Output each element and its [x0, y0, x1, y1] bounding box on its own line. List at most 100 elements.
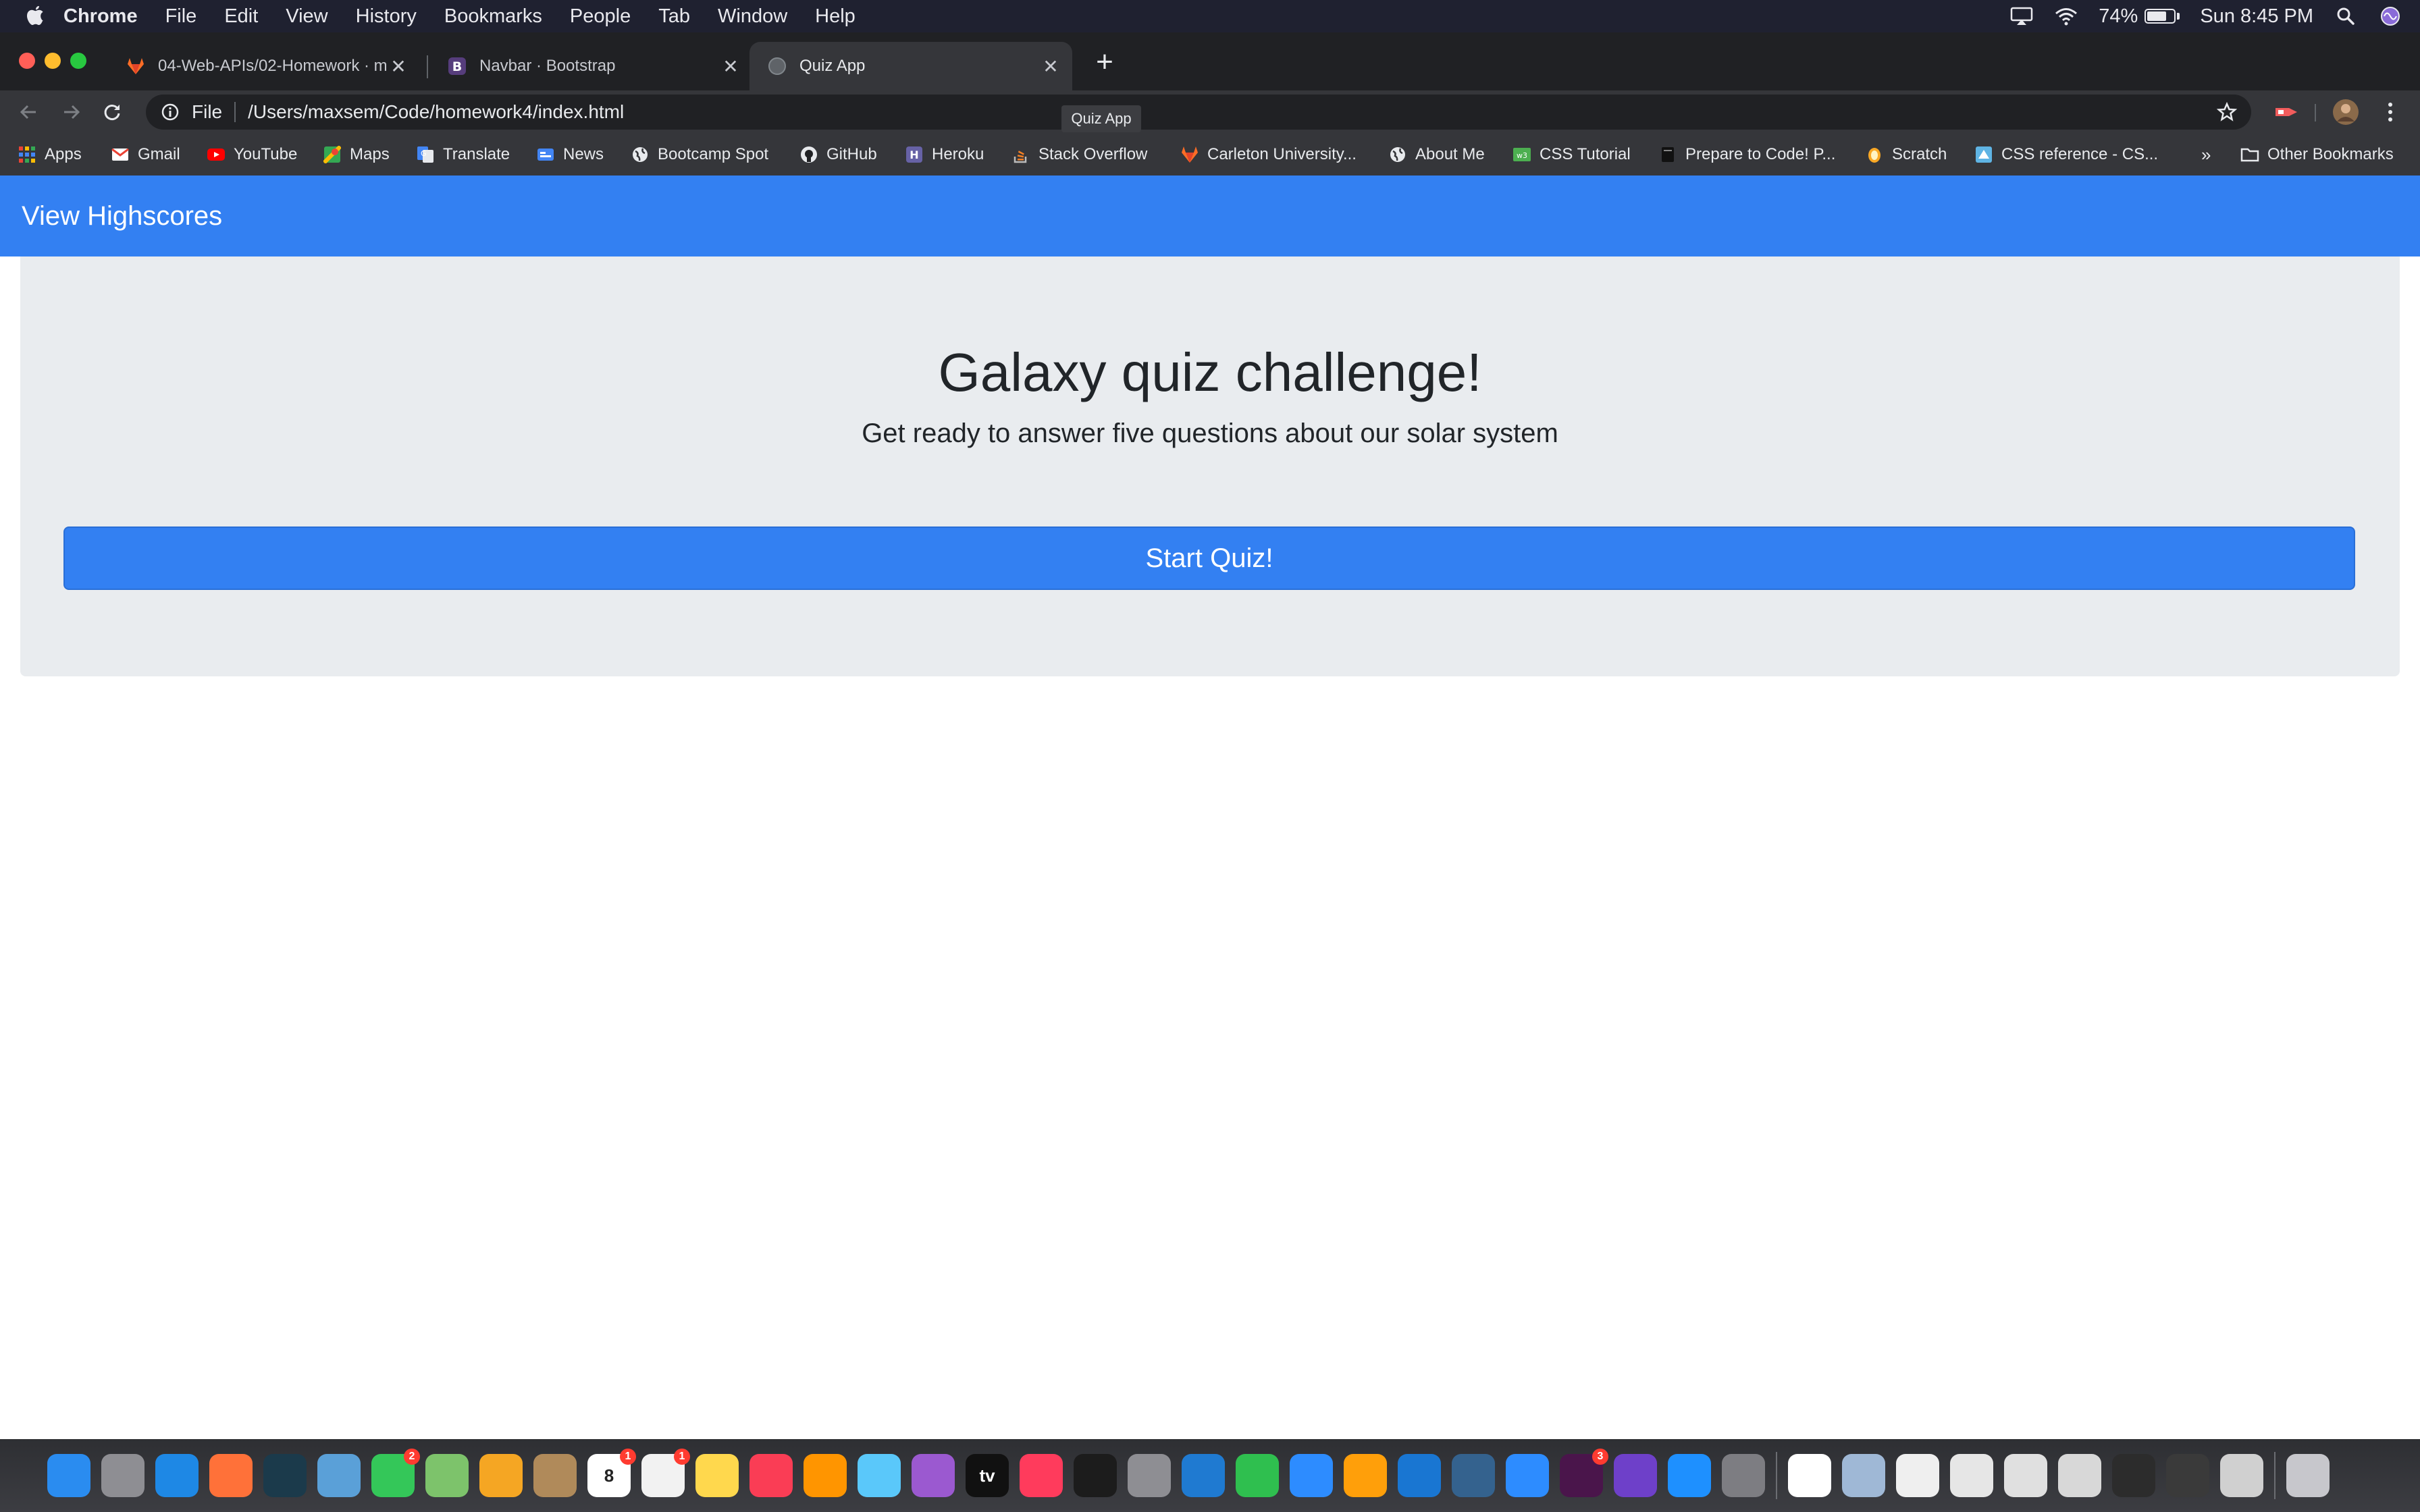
dock-calendar-icon[interactable]: 81: [587, 1449, 636, 1497]
dock-doc-stack-5-icon[interactable]: [2166, 1454, 2209, 1497]
dock-doc-stack-4-icon[interactable]: [2112, 1454, 2155, 1497]
bookmark-translate[interactable]: G Translate: [416, 142, 510, 167]
bookmark-css-tutorial[interactable]: w3 CSS Tutorial: [1512, 142, 1631, 167]
dock-photos-icon[interactable]: [479, 1454, 523, 1497]
menu-bookmarks[interactable]: Bookmarks: [444, 5, 542, 28]
dock-safari-icon[interactable]: [155, 1454, 199, 1497]
dock-doc-stack-6-icon[interactable]: [2220, 1454, 2263, 1497]
more-menu-icon[interactable]: [2374, 96, 2406, 128]
dock-doc-stack-2-icon[interactable]: [2004, 1454, 2047, 1497]
url-text[interactable]: /Users/maxsem/Code/homework4/index.html: [248, 101, 624, 123]
dock-news-icon[interactable]: [1020, 1454, 1063, 1497]
bookmark-scratch[interactable]: Scratch: [1865, 142, 1947, 167]
dock-notes-icon[interactable]: [695, 1454, 739, 1497]
dock-contacts-icon[interactable]: [533, 1454, 577, 1497]
bookmark-star-icon[interactable]: [2215, 100, 2239, 124]
profile-avatar[interactable]: [2330, 96, 2362, 128]
dock-github-desktop-icon[interactable]: [1614, 1454, 1657, 1497]
spotlight-icon[interactable]: [2334, 4, 2358, 28]
dock-reminders-icon[interactable]: 1: [641, 1449, 690, 1497]
menubar-clock[interactable]: Sun 8:45 PM: [2200, 5, 2313, 28]
window-close-button[interactable]: [19, 53, 35, 69]
dock-keynote-icon[interactable]: [1290, 1454, 1333, 1497]
dock-chrome-icon[interactable]: [1788, 1454, 1831, 1497]
dock-podcasts-icon[interactable]: [912, 1454, 955, 1497]
bookmark-maps[interactable]: Maps: [323, 142, 390, 167]
start-quiz-button[interactable]: Start Quiz!: [63, 526, 2355, 590]
reload-icon[interactable]: [96, 96, 128, 128]
info-icon[interactable]: [159, 101, 181, 123]
forward-arrow-icon[interactable]: [55, 96, 88, 128]
dock-doc-stack-3-icon[interactable]: [2058, 1454, 2101, 1497]
address-bar[interactable]: File /Users/maxsem/Code/homework4/index.…: [146, 94, 2251, 130]
menu-file[interactable]: File: [165, 5, 197, 28]
bookmarks-overflow-chevron[interactable]: »: [2201, 142, 2211, 167]
dock-slack-icon[interactable]: 3: [1560, 1449, 1608, 1497]
tab-quiz-app[interactable]: Quiz App ✕: [749, 42, 1072, 90]
bookmark-gmail[interactable]: Gmail: [111, 142, 180, 167]
dock-zoom-icon[interactable]: [1506, 1454, 1549, 1497]
bookmark-about-me[interactable]: About Me: [1388, 142, 1485, 167]
menu-tab[interactable]: Tab: [658, 5, 690, 28]
dock-finder-icon[interactable]: [47, 1454, 90, 1497]
dock-league-of-legends-icon[interactable]: [263, 1454, 307, 1497]
bookmark-prepare-to-code[interactable]: Prepare to Code! P...: [1658, 142, 1835, 167]
menu-edit[interactable]: Edit: [224, 5, 258, 28]
dock-app-store-icon[interactable]: [1668, 1454, 1711, 1497]
dock-xcode-icon[interactable]: [1398, 1454, 1441, 1497]
bookmark-heroku[interactable]: H Heroku: [905, 142, 984, 167]
apple-icon[interactable]: [20, 1, 51, 32]
menu-history[interactable]: History: [356, 5, 417, 28]
view-highscores-link[interactable]: View Highscores: [22, 201, 222, 232]
bookmark-other-bookmarks[interactable]: Other Bookmarks: [2240, 142, 2394, 167]
tab-close-icon[interactable]: ✕: [718, 54, 743, 78]
back-arrow-icon[interactable]: [12, 96, 45, 128]
tab-close-icon[interactable]: ✕: [386, 54, 411, 78]
menu-view[interactable]: View: [286, 5, 327, 28]
wifi-icon[interactable]: [2054, 4, 2078, 28]
siri-icon[interactable]: [2378, 4, 2402, 28]
tab-navbar-bootstrap[interactable]: B Navbar · Bootstrap ✕: [429, 42, 752, 90]
bookmark-youtube[interactable]: YouTube: [207, 142, 297, 167]
dock-archive-icon[interactable]: [1128, 1454, 1171, 1497]
dock-facetime-icon[interactable]: 2: [371, 1449, 420, 1497]
window-zoom-button[interactable]: [70, 53, 86, 69]
menu-window[interactable]: Window: [718, 5, 787, 28]
dock-mysql-workbench-icon[interactable]: [1452, 1454, 1495, 1497]
dock-music-icon[interactable]: [749, 1454, 793, 1497]
extension-icon[interactable]: [2270, 96, 2303, 128]
menu-app-name[interactable]: Chrome: [63, 5, 138, 28]
dock-kindle-icon[interactable]: [858, 1454, 901, 1497]
tab-close-icon[interactable]: ✕: [1038, 54, 1063, 78]
bookmark-news[interactable]: News: [536, 142, 604, 167]
omnibox-divider: [234, 102, 236, 122]
dock-vscode-icon[interactable]: [1182, 1454, 1225, 1497]
window-minimize-button[interactable]: [45, 53, 61, 69]
battery-indicator[interactable]: 74%: [2099, 5, 2180, 28]
dock-tv-icon[interactable]: tv: [966, 1454, 1009, 1497]
new-tab-button[interactable]: +: [1090, 47, 1120, 77]
tab-homework[interactable]: 04-Web-APIs/02-Homework · m ✕: [108, 42, 420, 90]
dock-launchpad-icon[interactable]: [101, 1454, 144, 1497]
bookmark-stack-overflow[interactable]: Stack Overflow: [1011, 142, 1147, 167]
menu-help[interactable]: Help: [815, 5, 856, 28]
dock-terminal-icon[interactable]: [1074, 1454, 1117, 1497]
airplay-icon[interactable]: [2009, 4, 2034, 28]
bookmark-apps[interactable]: Apps: [18, 142, 82, 167]
dock-trash-icon[interactable]: [2286, 1454, 2330, 1497]
dock-maps-icon[interactable]: [425, 1454, 469, 1497]
dock-doc-stack-1-icon[interactable]: [1950, 1454, 1993, 1497]
dock-preview-docs-icon[interactable]: [1842, 1454, 1885, 1497]
dock-system-preferences-icon[interactable]: [1722, 1454, 1765, 1497]
bookmark-carleton[interactable]: Carleton University...: [1180, 142, 1357, 167]
dock-firefox-icon[interactable]: [209, 1454, 253, 1497]
bookmark-bootcamp-spot[interactable]: Bootcamp Spot: [631, 142, 768, 167]
bookmark-css-reference[interactable]: CSS reference - CS...: [1974, 142, 2158, 167]
dock-pages-icon[interactable]: [1344, 1454, 1387, 1497]
menu-people[interactable]: People: [570, 5, 631, 28]
dock-books-icon[interactable]: [804, 1454, 847, 1497]
dock-preview-icon[interactable]: [317, 1454, 361, 1497]
bookmark-github[interactable]: GitHub: [799, 142, 877, 167]
dock-numbers-icon[interactable]: [1236, 1454, 1279, 1497]
dock-textedit-icon[interactable]: [1896, 1454, 1939, 1497]
